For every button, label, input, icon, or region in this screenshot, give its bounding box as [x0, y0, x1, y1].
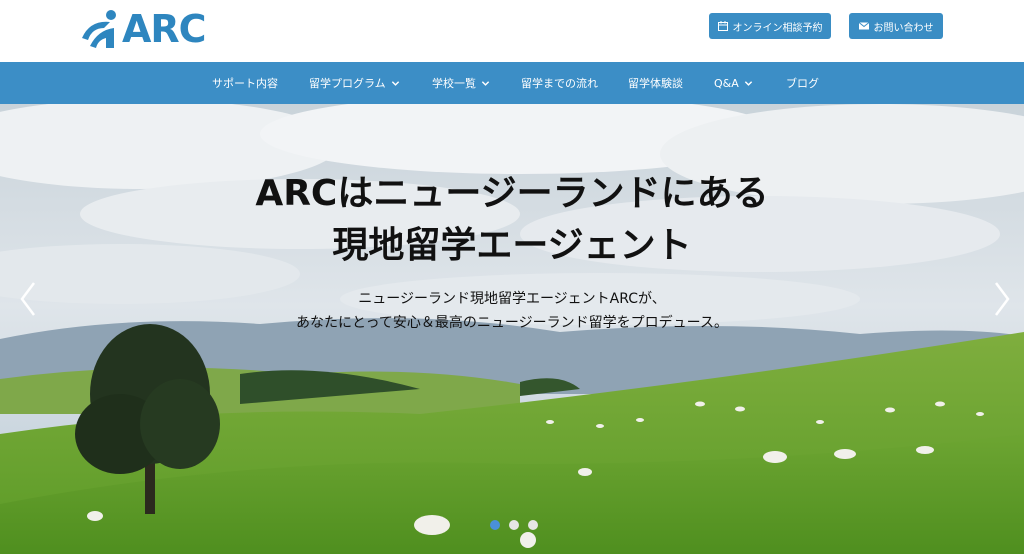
logo-text: ARC	[122, 7, 207, 51]
nav-item-flow[interactable]: 留学までの流れ	[521, 62, 598, 104]
nav-item-support[interactable]: サポート内容	[212, 62, 278, 104]
nav-item-stories[interactable]: 留学体験談	[628, 62, 683, 104]
calendar-icon	[717, 21, 728, 31]
chevron-down-icon	[744, 80, 752, 86]
nav-label: ブログ	[786, 77, 819, 90]
nav-item-schools[interactable]: 学校一覧	[432, 62, 490, 104]
chevron-down-icon	[481, 80, 490, 86]
nav-label: 学校一覧	[432, 77, 476, 90]
slider-pagination	[490, 520, 538, 530]
slider-dot-2[interactable]	[509, 520, 519, 530]
hero-title-line-1: ARCはニュージーランドにある	[255, 173, 769, 214]
slider-prev-button[interactable]	[16, 279, 40, 319]
nav-item-qa[interactable]: Q&A	[714, 62, 753, 104]
nav-label: 留学までの流れ	[521, 77, 598, 90]
nav-item-programs[interactable]: 留学プログラム	[309, 62, 400, 104]
chevron-right-icon	[995, 282, 1010, 316]
nav-label: 留学体験談	[628, 77, 683, 90]
slider-next-button[interactable]	[990, 279, 1014, 319]
hero-subtitle-line-2: あなたにとって安心＆最高のニュージーランド留学をプロデュース。	[296, 315, 728, 331]
hero-title-line-2: 現地留学エージェント	[332, 225, 692, 266]
nav-item-blog[interactable]: ブログ	[786, 62, 819, 104]
chevron-left-icon	[20, 282, 35, 316]
site-header: ARC オンライン相談予約 お問い合わせ	[0, 0, 1024, 62]
nav-label: Q&A	[714, 76, 739, 90]
nav-label: サポート内容	[212, 77, 278, 90]
online-consult-reserve-button[interactable]: オンライン相談予約	[709, 13, 831, 39]
slider-dot-3[interactable]	[528, 520, 538, 530]
chevron-down-icon	[391, 80, 399, 86]
contact-button[interactable]: お問い合わせ	[849, 13, 943, 39]
hero-slider: ARCはニュージーランドにある 現地留学エージェント ニュージーランド現地留学エ…	[0, 104, 1024, 554]
logo-mark-icon	[82, 10, 116, 48]
main-nav: サポート内容 留学プログラム 学校一覧 留学までの流れ 留学体験談 Q&A ブロ…	[0, 62, 1024, 104]
hero-subtitle-line-1: ニュージーランド現地留学エージェントARCが、	[358, 291, 666, 307]
nav-label: 留学プログラム	[309, 77, 386, 90]
slider-dot-1[interactable]	[490, 520, 500, 530]
contact-label: お問い合わせ	[873, 22, 934, 34]
envelope-icon	[858, 22, 869, 30]
site-logo[interactable]: ARC	[80, 6, 207, 52]
reserve-label: オンライン相談予約	[732, 22, 823, 34]
